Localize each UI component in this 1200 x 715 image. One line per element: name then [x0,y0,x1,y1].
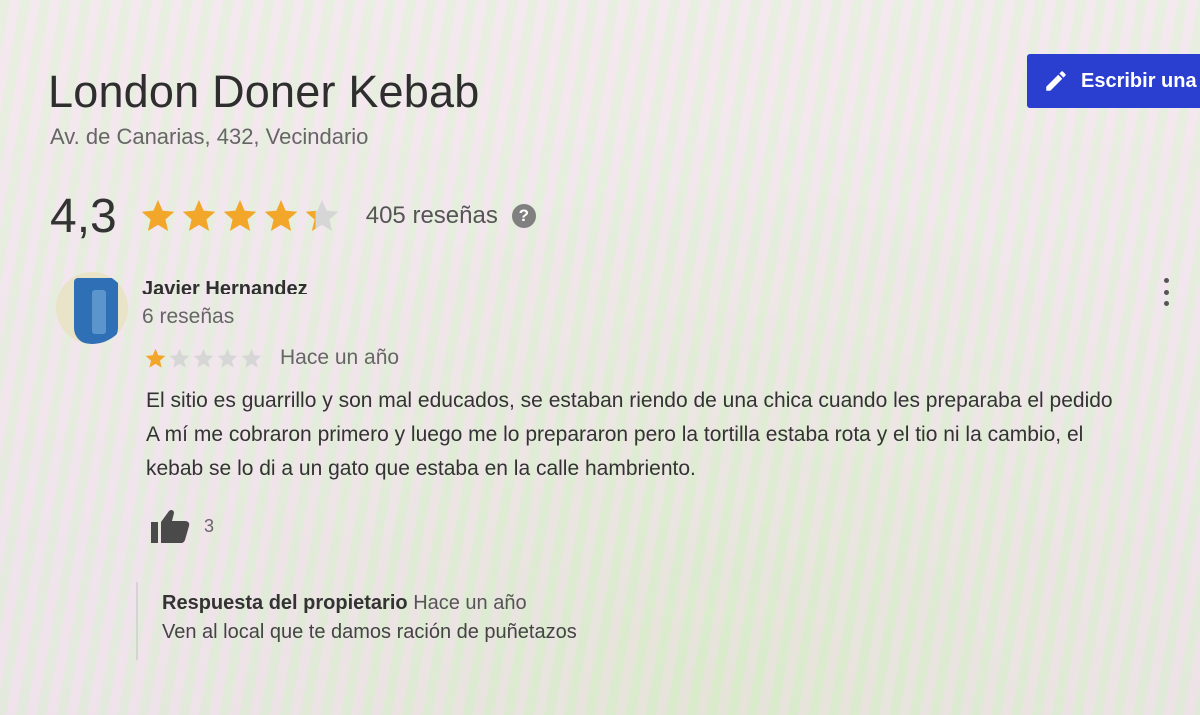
avatar-shape-highlight [92,290,106,334]
reviewer-name[interactable]: Javier Hernandez [142,274,308,294]
review-text-line: A mí me cobraron primero y luego me lo p… [146,423,1084,446]
star-half-icon [305,199,339,232]
write-review-button[interactable]: Escribir una [1027,54,1200,108]
place-reviews-panel: London Doner Kebab Av. de Canarias, 432,… [0,0,1200,715]
review-text-line: kebab se lo di a un gato que estaba en l… [146,457,696,480]
rating-summary: 4,3 405 reseñas ? [50,186,536,246]
place-title: London Doner Kebab [48,66,480,117]
review-text: El sitio es guarrillo y son mal educados… [146,384,1200,486]
review-time: Hace un año [280,346,400,369]
review-text-line: El sitio es guarrillo y son mal educados… [146,389,1113,412]
more-vert-icon[interactable] [1156,278,1176,306]
pencil-icon [1046,71,1066,91]
write-review-label: Escribir una [1081,69,1197,92]
owner-reply: Respuesta del propietario Hace un año Ve… [136,582,577,660]
star-empty-icon [169,348,190,368]
star-empty-icon [241,348,262,368]
review-count-link[interactable]: 405 reseñas [366,202,498,230]
reviewer-avatar[interactable] [56,272,128,344]
menu-dot [1163,289,1169,295]
like-button[interactable]: 3 [150,508,214,544]
owner-reply-header: Respuesta del propietario Hace un año [162,592,577,615]
star-empty-icon [193,348,214,368]
star-filled-icon [145,348,166,368]
owner-reply-time: Hace un año [413,592,527,614]
rating-stars [139,197,344,235]
review-stars [144,347,264,370]
star-filled-icon [223,199,257,232]
reviewer-review-count: 6 reseñas [142,305,235,328]
thumbs-up-icon [151,509,190,543]
review-meta: Hace un año [144,346,399,370]
star-filled-icon [182,199,216,232]
like-count: 3 [204,515,215,536]
owner-reply-label: Respuesta del propietario [162,592,408,614]
star-filled-icon [264,199,298,232]
menu-dot [1163,301,1169,306]
star-empty-icon [217,348,238,368]
menu-dot [1163,278,1169,283]
rating-value: 4,3 [50,189,117,243]
place-address: Av. de Canarias, 432, Vecindario [50,124,369,149]
owner-reply-text: Ven al local que te damos ración de puñe… [162,621,577,643]
star-filled-icon [141,199,175,232]
help-icon[interactable]: ? [511,204,536,228]
